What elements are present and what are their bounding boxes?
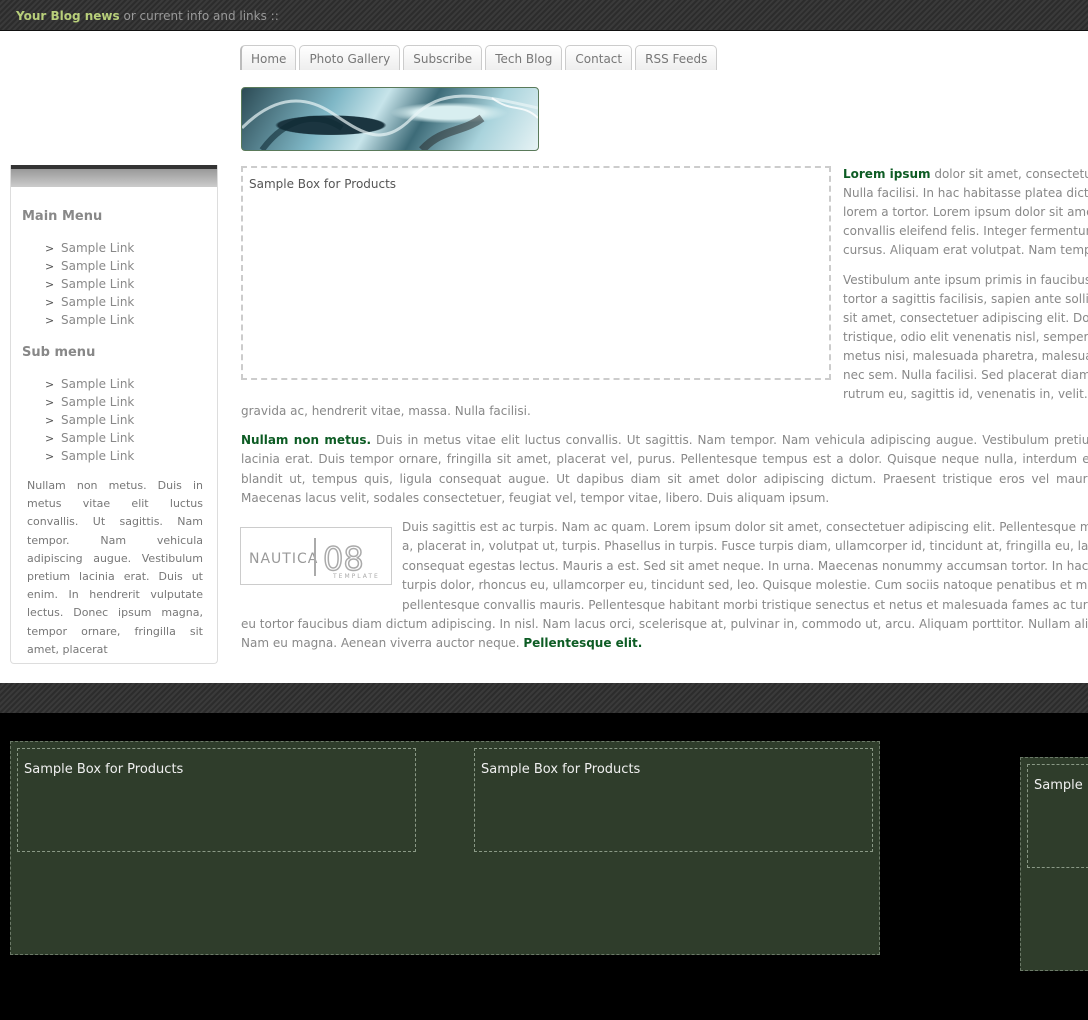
- tab-home[interactable]: Home: [240, 45, 297, 70]
- content-area: Home Photo Gallery Subscribe Tech Blog C…: [0, 31, 1088, 683]
- header-banner-image: [241, 87, 539, 151]
- chevron-right-icon: >: [45, 432, 55, 445]
- duis-paragraph-tail: eu tortor faucibus diam dictum adipiscin…: [241, 617, 1088, 651]
- sub-menu-link[interactable]: > Sample Link: [45, 447, 134, 465]
- blog-news-text: Your Blog news or current info and links…: [16, 9, 279, 23]
- main-menu-title: Main Menu: [22, 209, 103, 224]
- chevron-right-icon: >: [45, 414, 55, 427]
- nullam-link[interactable]: Nullam non metus.: [241, 433, 371, 447]
- tab-subscribe[interactable]: Subscribe: [403, 45, 483, 70]
- sub-menu-list: > Sample Link > Sample Link > Sample Link >…: [45, 375, 134, 465]
- footer-panel-right: Sample B: [1020, 757, 1088, 971]
- nullam-paragraph: Nullam non metus. Duis in metus vitae el…: [241, 433, 1088, 506]
- footer-product-box: Sample Box for Products: [474, 748, 873, 852]
- main-menu-list: > Sample Link > Sample Link > Sample Link >…: [45, 239, 134, 329]
- chevron-right-icon: >: [45, 260, 55, 273]
- logo-word: NAUTICA: [249, 551, 318, 567]
- sub-menu-link[interactable]: > Sample Link: [45, 429, 134, 447]
- footer-panel: Sample Box for Products Sample Box for P…: [10, 741, 880, 955]
- pellentesque-link[interactable]: Pellentesque elit.: [523, 636, 642, 650]
- main-menu-link[interactable]: > Sample Link: [45, 311, 134, 329]
- duis-paragraph: Duis sagittis est ac turpis. Nam ac quam…: [402, 520, 1088, 612]
- sub-menu-title: Sub menu: [22, 345, 96, 360]
- footer-bar: [0, 683, 1088, 713]
- main-menu-link[interactable]: > Sample Link: [45, 293, 134, 311]
- footer-product-box-title: Sample Box for Products: [481, 762, 641, 777]
- sidebar-header-bar: [11, 165, 217, 187]
- footer-product-box-title: Sample Box for Products: [24, 762, 184, 777]
- product-box: Sample Box for Products: [241, 166, 831, 380]
- sub-menu-link[interactable]: > Sample Link: [45, 393, 134, 411]
- chevron-right-icon: >: [45, 278, 55, 291]
- tab-contact[interactable]: Contact: [565, 45, 633, 70]
- footer-product-box: Sample B: [1027, 764, 1088, 868]
- sub-menu-link[interactable]: > Sample Link: [45, 411, 134, 429]
- chevron-right-icon: >: [45, 314, 55, 327]
- top-bar: Your Blog news or current info and links…: [0, 0, 1088, 31]
- product-box-title: Sample Box for Products: [249, 177, 397, 191]
- gravida-line: gravida ac, hendrerit vitae, massa. Null…: [241, 404, 531, 418]
- chevron-right-icon: >: [45, 378, 55, 391]
- logo-sub: TEMPLATE: [332, 573, 380, 580]
- lorem-ipsum-link[interactable]: Lorem ipsum: [843, 167, 931, 181]
- footer-product-box: Sample Box for Products: [17, 748, 416, 852]
- main-menu-link[interactable]: > Sample Link: [45, 275, 134, 293]
- tab-tech-blog[interactable]: Tech Blog: [485, 45, 563, 70]
- main-menu-link[interactable]: > Sample Link: [45, 257, 134, 275]
- sub-menu-link[interactable]: > Sample Link: [45, 375, 134, 393]
- chevron-right-icon: >: [45, 242, 55, 255]
- tab-photo-gallery[interactable]: Photo Gallery: [299, 45, 401, 70]
- chevron-right-icon: >: [45, 396, 55, 409]
- chevron-right-icon: >: [45, 296, 55, 309]
- blog-news-highlight[interactable]: Your Blog news: [16, 9, 120, 23]
- blog-news-rest: or current info and links ::: [119, 9, 279, 23]
- sidebar-paragraph: Nullam non metus. Duis in metus vitae el…: [27, 479, 203, 656]
- chevron-right-icon: >: [45, 450, 55, 463]
- tab-rss-feeds[interactable]: RSS Feeds: [635, 45, 718, 70]
- nautica-logo: NAUTICA 08 TEMPLATE: [240, 527, 392, 585]
- footer-product-box-title: Sample B: [1034, 778, 1088, 793]
- sidebar: Main Menu > Sample Link > Sample Link > Sam…: [10, 165, 218, 664]
- right-column-text: Lorem ipsum dolor sit amet, consectetuer…: [843, 167, 1088, 401]
- main-menu-link[interactable]: > Sample Link: [45, 239, 134, 257]
- nav-tabs: Home Photo Gallery Subscribe Tech Blog C…: [240, 45, 718, 70]
